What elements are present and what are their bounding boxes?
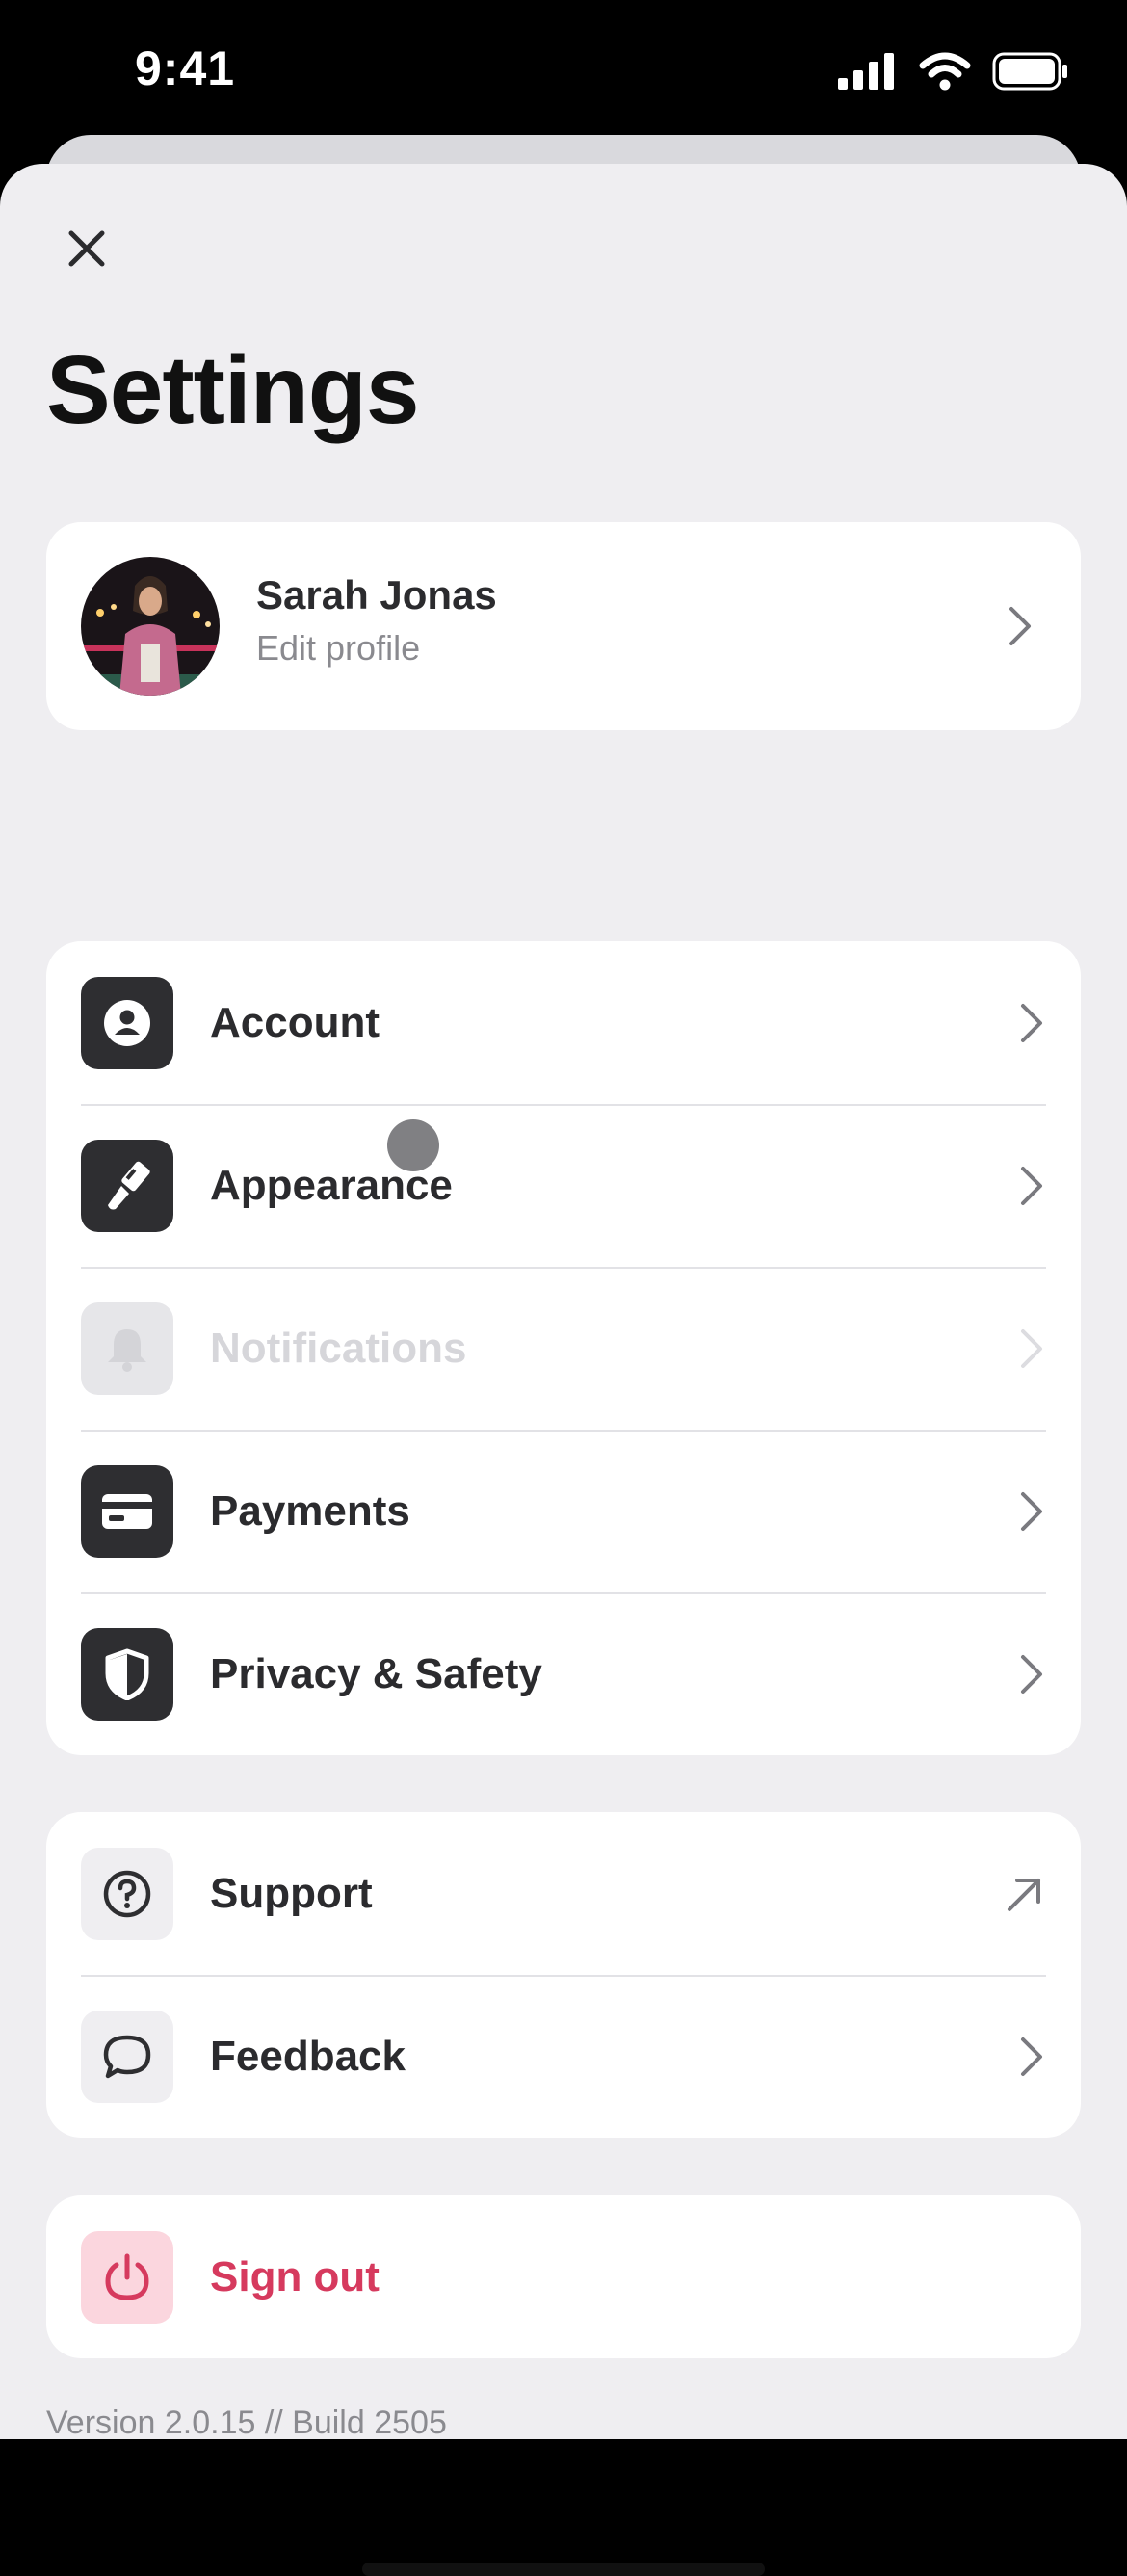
avatar [81, 557, 220, 696]
home-indicator [362, 2563, 765, 2576]
support-item-label: Support [210, 1869, 373, 1917]
sign-out-card: Sign out [46, 2195, 1081, 2358]
status-time: 9:41 [135, 41, 236, 95]
chevron-right-icon [1021, 1003, 1042, 1042]
support-item[interactable]: Support [46, 1812, 1081, 1975]
settings-item-notifications[interactable]: Notifications [46, 1267, 1081, 1430]
feedback-tile [81, 2010, 173, 2103]
chevron-right-icon [1021, 1654, 1042, 1694]
person-icon [104, 999, 150, 1046]
version-label: Version 2.0.15 // Build 2505 [46, 2405, 447, 2441]
settings-sheet: Settings Sarah Jonas Edit profile Accoun… [0, 164, 1127, 2576]
bell-icon [108, 1328, 146, 1372]
settings-item-appearance[interactable]: Appearance [46, 1104, 1081, 1267]
edit-profile-label: Edit profile [256, 628, 421, 668]
speech-bubble-icon [103, 2035, 151, 2078]
settings-item-label: Privacy & Safety [210, 1649, 542, 1697]
external-arrow-icon [1008, 1878, 1040, 1911]
close-button[interactable] [60, 222, 114, 276]
shield-icon [105, 1648, 149, 1700]
settings-item-label: Account [210, 998, 380, 1046]
question-icon [103, 1870, 151, 1917]
settings-item-privacy[interactable]: Privacy & Safety [46, 1592, 1081, 1755]
page-title: Settings [46, 336, 419, 444]
appearance-tile [81, 1139, 173, 1232]
profile-card[interactable]: Sarah Jonas Edit profile [46, 522, 1081, 730]
sign-out-button[interactable]: Sign out [46, 2195, 1081, 2358]
credit-card-icon [102, 1493, 152, 1529]
wifi-icon [919, 52, 971, 91]
touch-indicator [387, 1119, 439, 1171]
notifications-tile [81, 1301, 173, 1395]
support-tile [81, 1847, 173, 1940]
close-icon [68, 230, 105, 267]
chevron-right-icon [1009, 607, 1031, 645]
settings-item-payments[interactable]: Payments [46, 1430, 1081, 1592]
sign-out-label: Sign out [210, 2252, 380, 2300]
sign-out-tile [81, 2230, 173, 2324]
chevron-right-icon [1021, 2037, 1042, 2076]
feedback-item-label: Feedback [210, 2032, 406, 2080]
chevron-right-icon [1021, 1328, 1042, 1368]
battery-icon [992, 52, 1067, 91]
settings-item-account[interactable]: Account [46, 941, 1081, 1104]
support-list: Support Feedback [46, 1812, 1081, 2138]
paintbrush-icon [108, 1161, 150, 1209]
status-bar: 9:41 [0, 0, 1127, 154]
profile-name: Sarah Jonas [256, 572, 497, 618]
cellular-signal-icon [838, 53, 894, 90]
settings-item-label: Notifications [210, 1324, 467, 1372]
feedback-item[interactable]: Feedback [46, 1975, 1081, 2138]
account-tile [81, 976, 173, 1069]
settings-list: Account Appearance Notifications Payment… [46, 941, 1081, 1755]
chevron-right-icon [1021, 1166, 1042, 1205]
settings-item-label: Payments [210, 1486, 410, 1535]
chevron-right-icon [1021, 1491, 1042, 1531]
power-icon [105, 2253, 149, 2300]
status-icons [838, 52, 1069, 91]
privacy-tile [81, 1627, 173, 1721]
payments-tile [81, 1464, 173, 1558]
